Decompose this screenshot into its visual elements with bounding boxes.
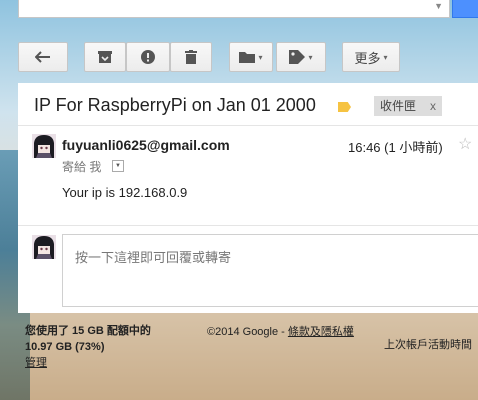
- storage-usage-line2: 10.97 GB (73%): [25, 341, 105, 353]
- search-button[interactable]: [452, 0, 478, 18]
- user-avatar[interactable]: [32, 235, 56, 259]
- copyright-text: ©2014 Google -: [207, 326, 288, 338]
- archive-icon: [98, 51, 112, 63]
- labels-button[interactable]: ▾: [276, 42, 326, 72]
- delete-button[interactable]: [170, 42, 212, 72]
- divider: [18, 225, 478, 226]
- message-panel: IP For RaspberryPi on Jan 01 2000 收件匣 x …: [18, 83, 478, 313]
- show-details-button[interactable]: ▼: [112, 160, 124, 172]
- label-importance-marker[interactable]: [338, 102, 351, 112]
- inbox-label-text: 收件匣: [380, 99, 417, 113]
- divider: [18, 125, 478, 126]
- back-button[interactable]: [18, 42, 68, 72]
- report-spam-button[interactable]: [126, 42, 170, 72]
- chevron-down-icon: ▾: [308, 52, 313, 62]
- archive-button[interactable]: [84, 42, 126, 72]
- star-icon[interactable]: ☆: [458, 134, 472, 154]
- email-timestamp: 16:46 (1 小時前): [348, 140, 443, 155]
- search-input[interactable]: ▼: [18, 0, 450, 18]
- reply-placeholder: 按一下這裡即可回覆或轉寄: [75, 250, 232, 265]
- report-spam-icon: [141, 50, 155, 64]
- folder-icon: [239, 52, 256, 63]
- terms-privacy-link[interactable]: 條款及隱私權: [288, 326, 354, 338]
- more-label: 更多: [354, 50, 381, 66]
- inbox-label-badge[interactable]: 收件匣 x: [374, 96, 443, 116]
- more-button[interactable]: 更多 ▾: [342, 42, 400, 72]
- email-body: Your ip is 192.168.0.9: [62, 185, 188, 200]
- arrow-left-icon: [35, 51, 50, 63]
- recipient-text: 寄給 我: [62, 160, 102, 174]
- sender-email[interactable]: fuyuanli0625@gmail.com: [62, 137, 230, 153]
- email-subject: IP For RaspberryPi on Jan 01 2000: [34, 95, 316, 115]
- trash-icon: [185, 50, 197, 64]
- search-dropdown-icon[interactable]: ▼: [434, 1, 443, 11]
- reply-input[interactable]: 按一下這裡即可回覆或轉寄: [62, 234, 478, 307]
- copyright-notice: ©2014 Google - 條款及隱私權: [207, 323, 354, 339]
- storage-usage-line1: 您使用了 15 GB 配額中的: [25, 325, 151, 337]
- sender-avatar[interactable]: [32, 134, 56, 158]
- remove-label-icon[interactable]: x: [430, 96, 436, 116]
- last-account-activity: 上次帳戶活動時間: [384, 339, 472, 351]
- manage-storage-link[interactable]: 管理: [25, 354, 47, 370]
- label-icon: [289, 50, 306, 64]
- move-to-button[interactable]: ▾: [229, 42, 273, 72]
- chevron-down-icon: ▾: [383, 52, 388, 62]
- storage-usage: 您使用了 15 GB 配額中的 10.97 GB (73%): [25, 323, 151, 355]
- chevron-down-icon: ▾: [258, 52, 263, 62]
